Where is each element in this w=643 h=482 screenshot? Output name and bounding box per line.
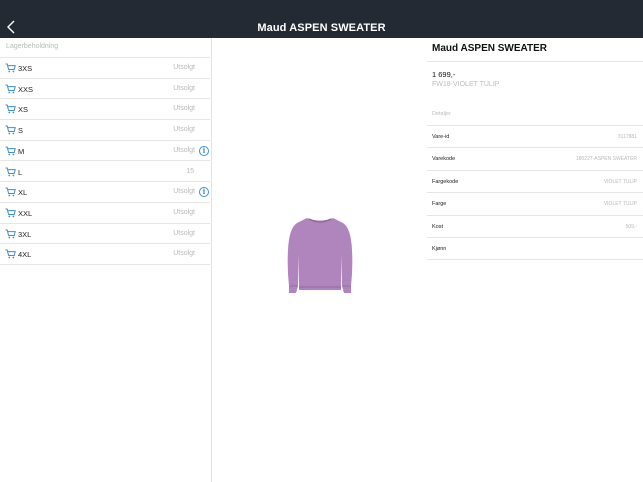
detail-value: VIOLET TULIP	[603, 178, 637, 185]
stock-status: Utsolgt	[173, 208, 195, 216]
size-label: XXS	[18, 84, 34, 94]
detail-value: VIOLET TULIP	[603, 201, 637, 208]
stock-status: Utsolgt	[173, 250, 195, 258]
detail-value: 3117881	[617, 134, 637, 140]
page-title: Maud ASPEN SWEATER	[257, 22, 386, 34]
detail-row: Kjønn	[427, 238, 643, 261]
detail-value: 180227-ASPEN SWEATER	[575, 156, 637, 163]
size-row-m[interactable]: M Utsolgt i	[0, 141, 210, 162]
cart-icon[interactable]	[5, 249, 16, 259]
detail-row: Farge VIOLET TULIP	[427, 193, 643, 216]
detail-key: Kjønn	[432, 246, 447, 252]
sweater-image	[287, 218, 353, 293]
size-label: 3XS	[18, 64, 33, 73]
size-row-xxs[interactable]: XXS Utsolgt	[0, 79, 210, 100]
detail-row: Kost 509,-	[427, 216, 643, 238]
product-image-panel	[213, 38, 427, 482]
detail-key: Vare-id	[432, 134, 450, 140]
cart-icon[interactable]	[5, 187, 16, 197]
product-detail-panel: Maud ASPEN SWEATER 1 699,- FW18-VIOLET T…	[427, 38, 643, 482]
stock-status: Utsolgt	[173, 64, 195, 71]
stock-status: 15	[186, 167, 194, 175]
top-bar: Maud ASPEN SWEATER	[0, 0, 643, 38]
cart-icon[interactable]	[5, 167, 16, 177]
size-row-l[interactable]: L 15	[0, 162, 210, 183]
detail-row: Vare-id 3117881	[427, 126, 643, 149]
product-title: Maud ASPEN SWEATER	[432, 43, 548, 54]
stock-status: Utsolgt	[173, 126, 195, 134]
size-row-xs[interactable]: XS Utsolgt	[0, 99, 210, 121]
cart-icon[interactable]	[5, 63, 16, 73]
size-row-s[interactable]: S Utsolgt	[0, 120, 210, 141]
size-row-xl[interactable]: XL Utsolgt i	[0, 182, 210, 203]
cart-icon[interactable]	[5, 84, 16, 94]
divider	[427, 61, 643, 62]
product-season-color: FW18-VIOLET TULIP	[432, 81, 500, 88]
stock-panel: Lagerbeholdning 3XS Utsolgt XXS Utsolgt XS Ut…	[0, 38, 212, 482]
detail-row: Fargekode VIOLET TULIP	[427, 171, 643, 194]
cart-icon[interactable]	[5, 104, 16, 114]
size-label: M	[18, 146, 25, 156]
size-label: 3XL	[18, 229, 32, 239]
cart-icon[interactable]	[5, 146, 16, 156]
size-label: L	[18, 167, 23, 177]
size-row-4xl[interactable]: 4XL Utsolgt	[0, 244, 210, 265]
size-row-xxl[interactable]: XXL Utsolgt	[0, 203, 210, 224]
detail-value: 509,-	[625, 223, 637, 230]
size-label: 4XL	[18, 250, 32, 260]
size-label: XS	[18, 105, 29, 115]
info-icon[interactable]: i	[199, 187, 209, 198]
cart-icon[interactable]	[5, 229, 16, 239]
product-price: 1 699,-	[432, 70, 456, 79]
detail-key: Kost	[432, 223, 444, 230]
size-label: S	[18, 126, 24, 136]
info-icon[interactable]: i	[199, 145, 209, 156]
detail-row: Varekode 180227-ASPEN SWEATER	[427, 148, 643, 171]
stock-status: Utsolgt	[173, 188, 195, 196]
size-row-3xs[interactable]: 3XS Utsolgt	[0, 58, 210, 79]
detail-key: Fargekode	[432, 178, 459, 185]
detail-key: Varekode	[432, 156, 456, 163]
stock-status: Utsolgt	[173, 84, 195, 92]
cart-icon[interactable]	[5, 125, 16, 135]
size-label: XL	[18, 188, 28, 198]
stock-status: Utsolgt	[173, 229, 195, 237]
detail-key: Farge	[432, 201, 447, 208]
stock-status: Utsolgt	[173, 146, 195, 154]
size-row-3xl[interactable]: 3XL Utsolgt	[0, 224, 210, 245]
details-header: Detaljer	[432, 111, 451, 117]
cart-icon[interactable]	[5, 208, 16, 218]
stock-header: Lagerbeholdning	[6, 43, 59, 50]
size-label: XXL	[18, 208, 33, 218]
stock-status: Utsolgt	[173, 105, 195, 113]
